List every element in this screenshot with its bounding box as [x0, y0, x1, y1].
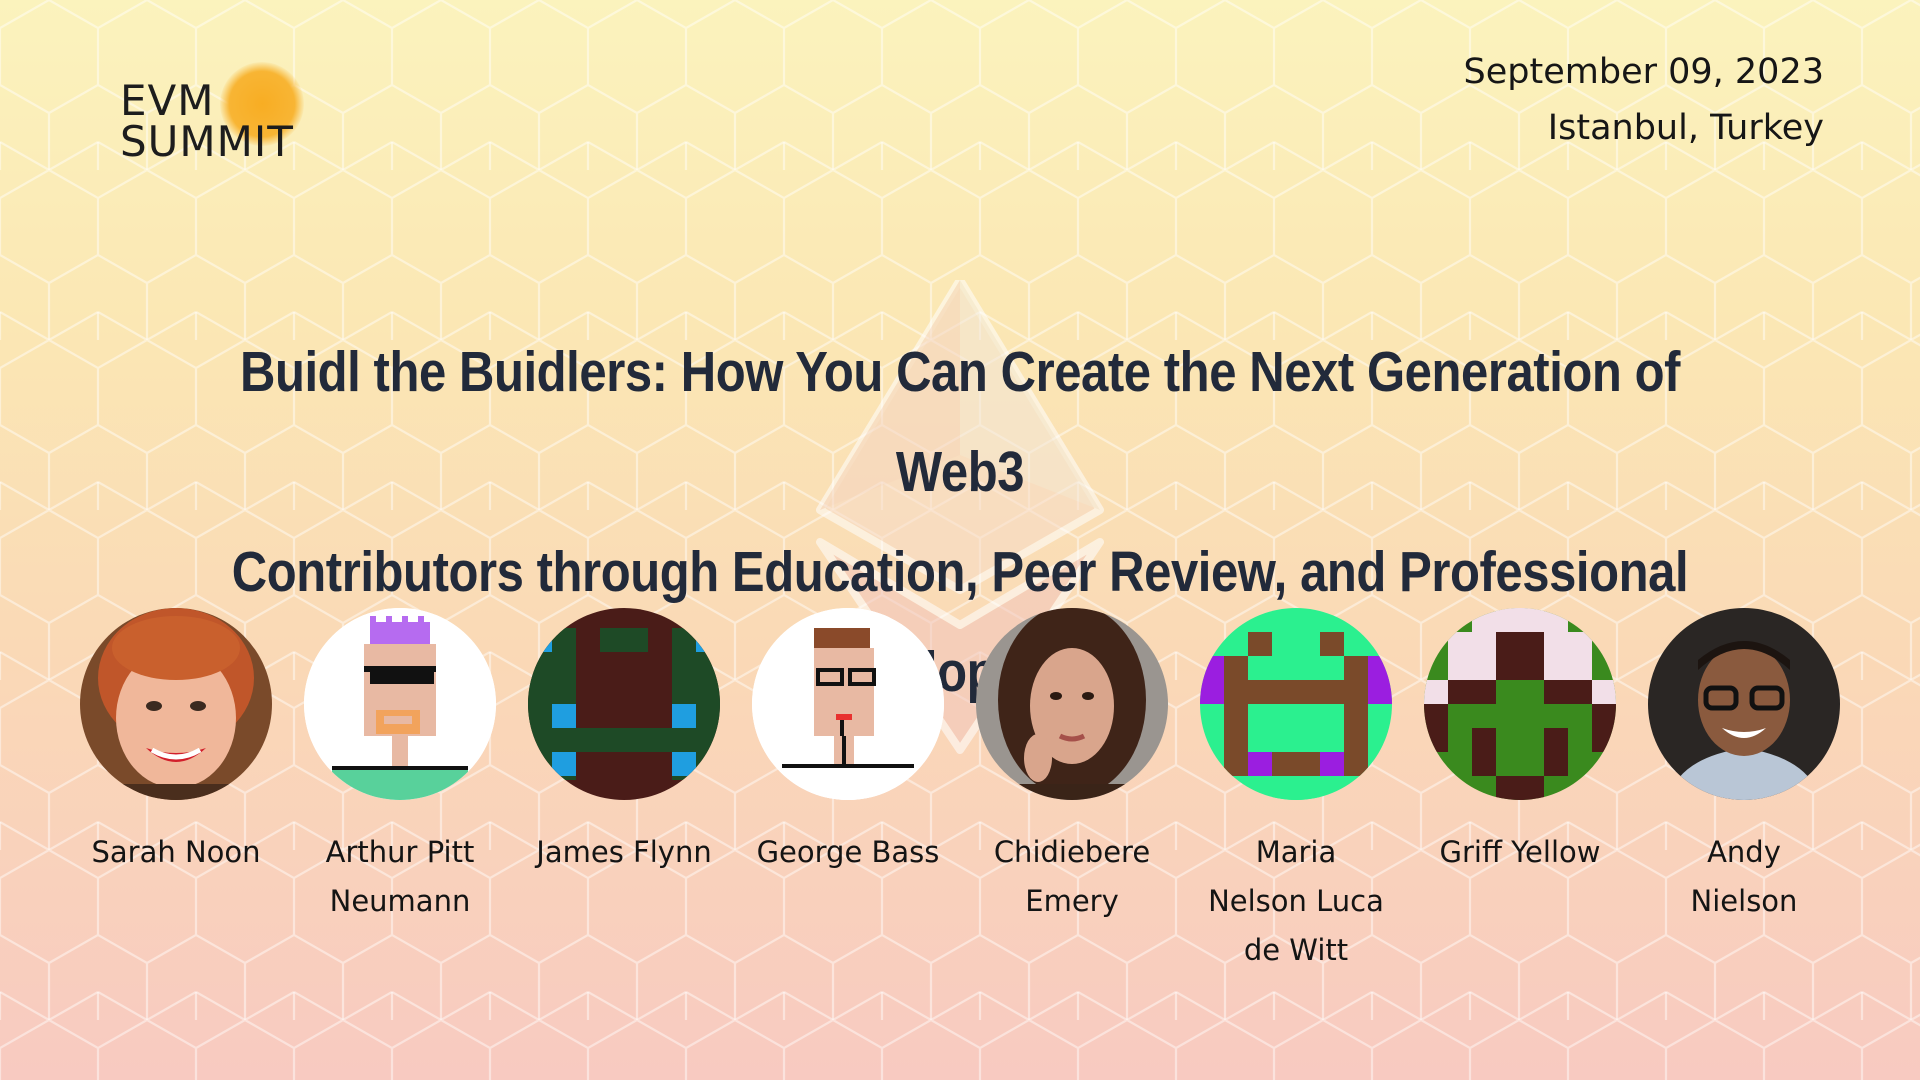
speaker-card: Arthur Pitt Neumann — [300, 608, 500, 926]
event-location: Istanbul, Turkey — [1547, 108, 1824, 148]
speaker-card: Maria Nelson Luca de Witt — [1196, 608, 1396, 975]
event-logo: EVM SUMMIT — [120, 62, 340, 180]
speaker-name-line: George Bass — [756, 835, 940, 869]
speaker-name-line: Neumann — [329, 884, 471, 918]
speaker-avatar-pixel — [304, 608, 496, 800]
logo-line-1: EVM — [120, 76, 215, 125]
speaker-card: Sarah Noon — [76, 608, 276, 877]
speaker-name: George Bass — [748, 828, 948, 877]
speaker-name: Andy Nielson — [1644, 828, 1844, 926]
speaker-name-line: Maria — [1255, 835, 1337, 869]
speaker-avatar-pixel — [528, 608, 720, 800]
speaker-avatar-photo — [976, 608, 1168, 800]
talk-title-line-1: Buidl the Buidlers: How You Can Create t… — [239, 340, 1681, 504]
speaker-name-line: Arthur Pitt — [325, 835, 475, 869]
speaker-card: Griff Yellow — [1420, 608, 1620, 877]
speaker-name: James Flynn — [524, 828, 724, 877]
speaker-avatar-pixel — [1200, 608, 1392, 800]
speaker-name-line: Andy — [1707, 835, 1781, 869]
event-info: September 09, 2023 Istanbul, Turkey — [1464, 44, 1824, 156]
logo-line-2: SUMMIT — [120, 117, 294, 166]
speaker-name-line: James Flynn — [536, 835, 712, 869]
speaker-name-line: Griff Yellow — [1439, 835, 1601, 869]
speaker-name: Maria Nelson Luca de Witt — [1196, 828, 1396, 975]
speaker-card: George Bass — [748, 608, 948, 877]
speaker-name: Sarah Noon — [76, 828, 276, 877]
speaker-name: Arthur Pitt Neumann — [300, 828, 500, 926]
speaker-avatar-pixel — [752, 608, 944, 800]
speaker-name-line: Emery — [1025, 884, 1119, 918]
speaker-name: Griff Yellow — [1420, 828, 1620, 877]
event-date: September 09, 2023 — [1463, 52, 1824, 92]
speaker-card: Andy Nielson — [1644, 608, 1844, 926]
speaker-name-line: Chidiebere — [993, 835, 1151, 869]
speaker-card: James Flynn — [524, 608, 724, 877]
speaker-avatar-pixel — [1424, 608, 1616, 800]
speaker-avatar-photo — [1648, 608, 1840, 800]
speaker-name-line: de Witt — [1243, 933, 1349, 967]
speaker-name-line: Nelson Luca — [1208, 884, 1384, 918]
logo-text: EVM SUMMIT — [120, 76, 294, 166]
speaker-list: Sarah Noon Arthur Pitt Neumann James Fly… — [0, 608, 1920, 1008]
speaker-card: Chidiebere Emery — [972, 608, 1172, 926]
speaker-name-line: Sarah Noon — [91, 835, 261, 869]
speaker-avatar-photo — [80, 608, 272, 800]
speaker-name: Chidiebere Emery — [972, 828, 1172, 926]
speaker-name-line: Nielson — [1690, 884, 1798, 918]
